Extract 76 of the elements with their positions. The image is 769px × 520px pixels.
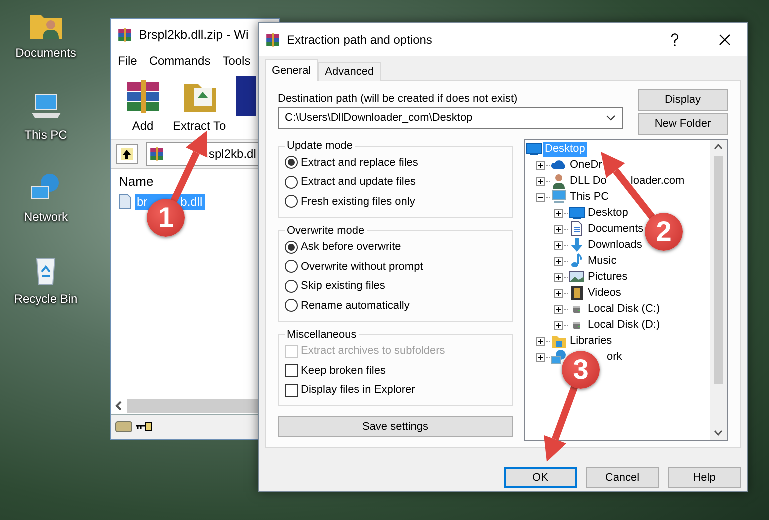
radio-button[interactable]: Skip existing files bbox=[285, 276, 506, 296]
tree-item[interactable]: Local Disk (D:) bbox=[586, 318, 662, 332]
group-title: Miscellaneous bbox=[286, 328, 358, 342]
music-note-icon bbox=[569, 253, 585, 269]
tree-item[interactable]: Desktop bbox=[586, 206, 630, 220]
archive-books-icon bbox=[117, 26, 133, 42]
group-title: Update mode bbox=[286, 139, 354, 153]
toolbar-button[interactable] bbox=[236, 76, 256, 116]
tree-item[interactable]: Videos bbox=[586, 286, 624, 300]
monitor-icon bbox=[526, 141, 542, 157]
drive-icon bbox=[115, 421, 133, 433]
scroll-thumb[interactable] bbox=[714, 156, 723, 384]
radio-button[interactable]: Overwrite without prompt bbox=[285, 257, 506, 276]
menu-item[interactable]: Tools bbox=[222, 54, 251, 68]
dialog-title: Extraction path and options bbox=[287, 32, 432, 46]
tree-item[interactable]: This PC bbox=[568, 190, 612, 204]
tree-item[interactable]: ork bbox=[605, 350, 624, 364]
up-arrow-icon bbox=[121, 148, 133, 160]
tree-item[interactable]: Pictures bbox=[586, 270, 630, 284]
menu-item[interactable]: File bbox=[118, 54, 138, 68]
button[interactable]: Cancel bbox=[586, 467, 659, 488]
button[interactable]: New Folder bbox=[638, 113, 728, 135]
menu-item[interactable]: Commands bbox=[149, 54, 211, 68]
help-icon bbox=[670, 32, 680, 46]
radio-button[interactable]: Extract and update files bbox=[285, 172, 506, 192]
checkbox[interactable]: Keep broken files bbox=[285, 361, 506, 380]
key-icon bbox=[135, 422, 153, 432]
column-header[interactable]: Name bbox=[119, 174, 154, 188]
monitor-icon bbox=[551, 189, 567, 205]
window-title: Brspl2kb.dll.zip - Wi bbox=[139, 28, 249, 42]
tree-item[interactable]: Libraries bbox=[568, 334, 614, 348]
radio-button[interactable]: Fresh existing files only bbox=[285, 192, 506, 212]
tree-item[interactable]: DLL Do loader.com bbox=[568, 174, 687, 188]
radio-button[interactable]: Extract and replace files bbox=[285, 153, 506, 172]
toolbar-button[interactable]: Extract To bbox=[173, 76, 226, 133]
tab[interactable]: General bbox=[265, 59, 318, 81]
landscape-icon bbox=[569, 269, 585, 285]
up-folder-button[interactable] bbox=[116, 144, 138, 164]
radio-button[interactable]: Ask before overwrite bbox=[285, 238, 506, 257]
down-arrow-icon bbox=[569, 237, 585, 253]
chevron-down-icon bbox=[714, 430, 723, 436]
tree-item[interactable]: OneDr bbox=[568, 158, 604, 172]
tab[interactable]: Advanced bbox=[318, 62, 382, 81]
scrollbar[interactable] bbox=[710, 140, 727, 440]
chevron-left-icon bbox=[115, 401, 123, 411]
group-title: Overwrite mode bbox=[286, 224, 366, 238]
globe-monitor-icon bbox=[551, 349, 567, 365]
save-settings-button[interactable]: Save settings bbox=[278, 416, 513, 437]
desktop-icon-label[interactable]: This PC bbox=[24, 128, 68, 142]
tree-item[interactable]: Downloads bbox=[586, 238, 644, 252]
tree-item[interactable]: Documents bbox=[586, 222, 646, 236]
monitor-icon bbox=[569, 205, 585, 221]
book-icon bbox=[236, 76, 256, 116]
toolbar-button[interactable]: Add bbox=[123, 76, 163, 133]
button[interactable]: Display bbox=[638, 89, 728, 111]
tree-item[interactable]: Music bbox=[586, 254, 619, 268]
archive-books-icon bbox=[149, 146, 165, 162]
archive-books-icon bbox=[265, 32, 281, 48]
button[interactable]: OK bbox=[504, 467, 577, 488]
desktop-icon-label[interactable]: Documents bbox=[16, 46, 76, 60]
destination-path-field[interactable]: C:\Users\DllDownloader_com\Desktop bbox=[278, 107, 623, 129]
tree-item[interactable]: Local Disk (C:) bbox=[586, 302, 662, 316]
document-icon bbox=[569, 221, 585, 237]
checkbox[interactable]: Display files in Explorer bbox=[285, 380, 506, 400]
library-folder-icon bbox=[551, 333, 567, 349]
button[interactable]: Help bbox=[668, 467, 741, 488]
desktop-icon-label[interactable]: Network bbox=[24, 210, 68, 224]
dll-file-icon bbox=[119, 194, 132, 210]
desktop-icon-label[interactable]: Recycle Bin bbox=[14, 292, 78, 306]
close-icon bbox=[719, 34, 731, 46]
film-strip-icon bbox=[569, 285, 585, 301]
radio-button[interactable]: Rename automatically bbox=[285, 296, 506, 316]
chevron-down-icon bbox=[606, 115, 616, 121]
person-icon bbox=[551, 173, 567, 189]
chevron-up-icon bbox=[714, 144, 723, 150]
field-label: Destination path (will be created if does not exist) bbox=[278, 93, 519, 105]
